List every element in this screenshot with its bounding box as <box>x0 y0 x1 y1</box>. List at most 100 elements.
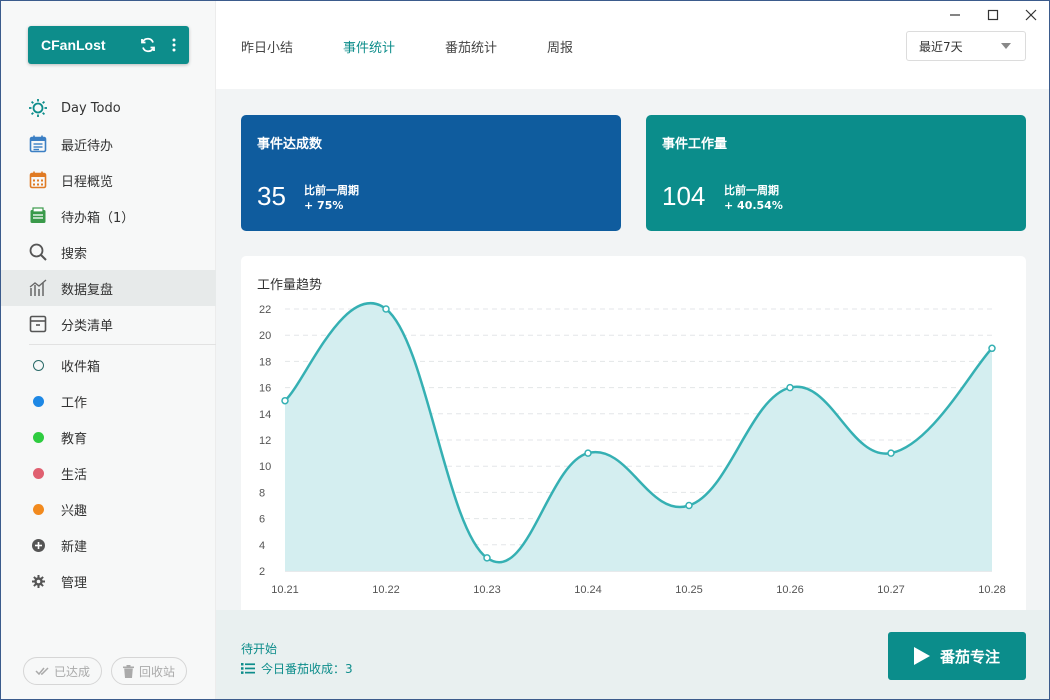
action-label: 管理 <box>61 575 88 591</box>
sidebar-bottom-buttons: 已达成 回收站 <box>23 657 188 685</box>
chart-title: 工作量趋势 <box>257 278 323 293</box>
data-point <box>685 501 693 510</box>
list-icon <box>241 663 255 674</box>
search-icon <box>29 243 47 261</box>
sync-icon[interactable] <box>137 34 159 56</box>
category-label: 教育 <box>61 431 88 447</box>
data-point <box>584 449 592 457</box>
date-range-value: 最近7天 <box>919 39 963 54</box>
plus-circle-icon <box>29 536 47 554</box>
color-dot-icon <box>29 428 47 446</box>
sidebar-item-todo-box[interactable]: 待办箱（1） <box>1 198 216 234</box>
y-tick-label: 12 <box>259 435 271 447</box>
stat-card-event-workload: 事件工作量 104 比前一周期 + 40.54% <box>646 115 1026 231</box>
data-point <box>382 305 390 313</box>
comparison-value: + 75% <box>304 199 344 212</box>
pomodoro-footer: 待开始 今日番茄收成：3 番茄专注 <box>216 610 1049 699</box>
trash-icon <box>123 664 135 678</box>
sidebar-nav: Day Todo 最近待办 日程概览 待办箱（1） 搜索 数据复盘 分类清单 收… <box>1 90 216 599</box>
comparison-label: 比前一周期 <box>724 184 779 197</box>
play-icon <box>913 647 930 665</box>
sidebar-item-data-review[interactable]: 数据复盘 <box>1 270 216 306</box>
data-point <box>988 344 996 353</box>
y-tick-label: 16 <box>259 383 271 395</box>
more-vertical-icon[interactable] <box>163 34 185 56</box>
y-tick-label: 22 <box>259 304 271 316</box>
caret-down-icon <box>1001 43 1011 49</box>
action-new[interactable]: 新建 <box>1 527 216 563</box>
x-tick-label: 10.28 <box>978 584 1006 596</box>
y-tick-label: 4 <box>259 540 265 552</box>
workload-trend-panel: 2 4 6 8 10 12 14 16 18 20 22 10.21 10.22 10.23 10.24 10… <box>241 256 1026 610</box>
y-tick-label: 6 <box>259 514 265 526</box>
minimize-icon[interactable] <box>947 7 963 23</box>
category-label: 兴趣 <box>61 503 88 519</box>
action-manage[interactable]: 管理 <box>1 563 216 599</box>
data-point <box>281 396 289 405</box>
window-controls <box>947 7 1039 23</box>
user-name: CFanLost <box>41 37 106 53</box>
card-comparison: 比前一周期 + 75% <box>304 183 359 213</box>
pomodoro-status: 待开始 <box>241 642 278 656</box>
sidebar-item-label: 待办箱（1） <box>61 210 135 226</box>
sidebar-item-label: 搜索 <box>61 246 88 262</box>
category-item-interest[interactable]: 兴趣 <box>1 491 216 527</box>
category-item-life[interactable]: 生活 <box>1 455 216 491</box>
stats-tabs: 昨日小结 事件统计 番茄统计 周报 <box>241 37 623 56</box>
chart-bars-icon <box>29 279 47 297</box>
sun-icon <box>29 99 47 117</box>
card-title: 事件达成数 <box>257 137 323 152</box>
close-icon[interactable] <box>1023 7 1039 23</box>
y-tick-label: 20 <box>259 330 271 342</box>
focus-button-label: 番茄专注 <box>939 647 1000 666</box>
completed-label: 已达成 <box>54 664 91 679</box>
tab-pomodoro-stats[interactable]: 番茄统计 <box>445 37 497 56</box>
x-tick-label: 10.21 <box>271 584 299 596</box>
sidebar-item-search[interactable]: 搜索 <box>1 234 216 270</box>
workload-trend-chart: 2 4 6 8 10 12 14 16 18 20 22 10.21 10.22 10.23 10.24 10… <box>259 301 1006 596</box>
comparison-value: + 40.54% <box>724 199 783 212</box>
x-tick-label: 10.23 <box>473 584 501 596</box>
series-area <box>285 303 992 571</box>
completed-button[interactable]: 已达成 <box>23 657 103 685</box>
y-tick-label: 10 <box>259 461 271 473</box>
tab-event-stats[interactable]: 事件统计 <box>343 37 395 56</box>
sidebar-item-label: Day Todo <box>61 100 121 116</box>
sidebar-item-day-todo[interactable]: Day Todo <box>1 90 216 126</box>
x-tick-label: 10.26 <box>776 584 804 596</box>
sidebar-item-label: 分类清单 <box>61 318 114 334</box>
category-label: 收件箱 <box>61 359 101 375</box>
sidebar-item-label: 日程概览 <box>61 174 114 190</box>
double-check-icon <box>35 667 49 676</box>
top-bar: 昨日小结 事件统计 番茄统计 周报 最近7天 <box>216 1 1049 89</box>
category-item-work[interactable]: 工作 <box>1 383 216 419</box>
color-dot-icon <box>29 500 47 518</box>
sidebar-item-label: 最近待办 <box>61 138 114 154</box>
sidebar-item-label: 数据复盘 <box>61 282 114 298</box>
sidebar-item-recent-todos[interactable]: 最近待办 <box>1 126 216 162</box>
comparison-label: 比前一周期 <box>304 184 359 197</box>
sidebar-item-category-list[interactable]: 分类清单 <box>1 306 216 342</box>
trash-button[interactable]: 回收站 <box>111 657 188 685</box>
card-value: 35 <box>257 181 286 211</box>
color-dot-icon <box>29 392 47 410</box>
sidebar-item-schedule-overview[interactable]: 日程概览 <box>1 162 216 198</box>
user-account-button[interactable]: CFanLost <box>28 26 189 64</box>
data-point <box>887 449 895 457</box>
start-focus-button[interactable]: 番茄专注 <box>888 632 1026 680</box>
tab-weekly-report[interactable]: 周报 <box>547 37 573 56</box>
hollow-circle-icon <box>29 356 47 374</box>
x-tick-label: 10.24 <box>574 584 602 596</box>
category-item-inbox[interactable]: 收件箱 <box>1 347 216 383</box>
sidebar: CFanLost Day Todo 最近待办 日程概览 待办箱（1） 搜索 数据… <box>1 1 216 699</box>
card-title: 事件工作量 <box>662 137 728 152</box>
stat-card-events-completed: 事件达成数 35 比前一周期 + 75% <box>241 115 621 231</box>
action-label: 新建 <box>61 539 88 555</box>
date-range-select[interactable]: 最近7天 <box>906 31 1026 61</box>
maximize-icon[interactable] <box>985 7 1001 23</box>
calendar-list-icon <box>29 135 47 153</box>
category-item-education[interactable]: 教育 <box>1 419 216 455</box>
tab-yesterday-summary[interactable]: 昨日小结 <box>241 37 293 56</box>
category-label: 工作 <box>61 395 88 411</box>
color-dot-icon <box>29 464 47 482</box>
